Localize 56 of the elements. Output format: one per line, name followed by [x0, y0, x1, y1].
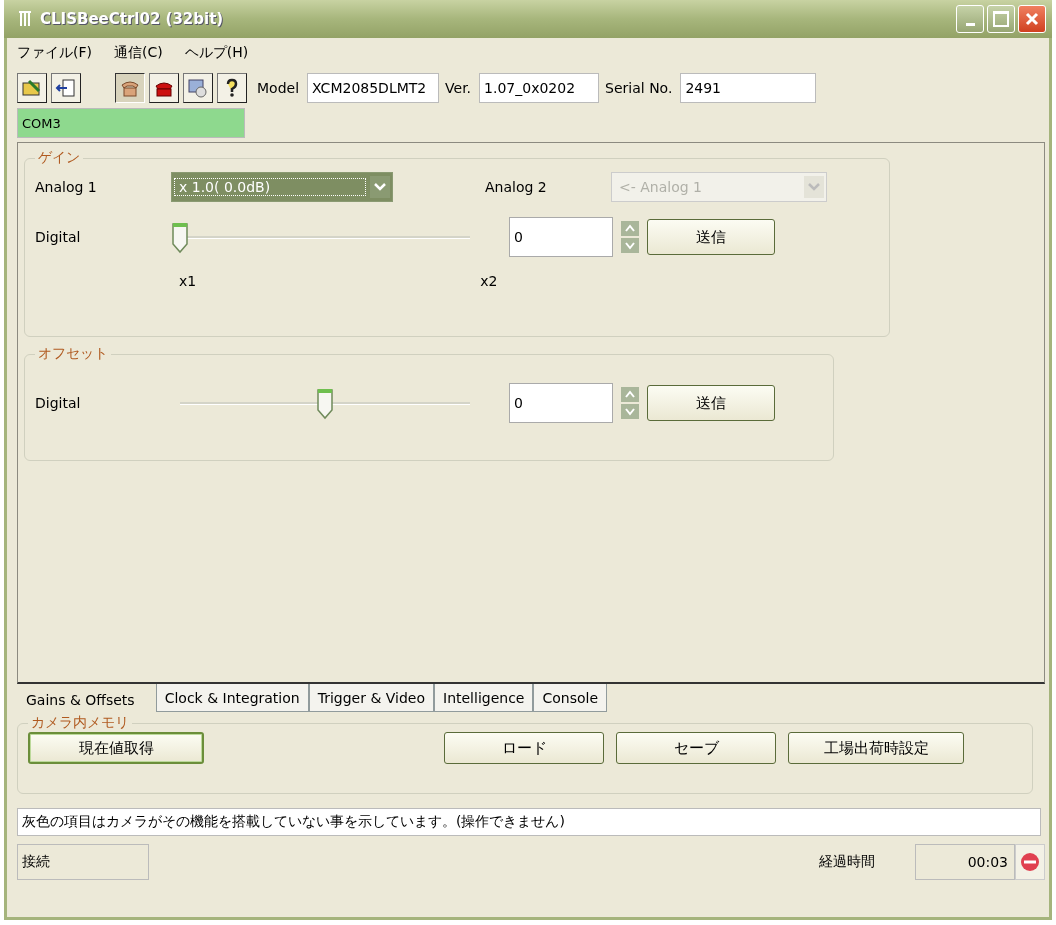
send-button[interactable]: 送信 — [647, 219, 775, 255]
info-field[interactable]: 2491 — [680, 73, 817, 103]
minimize-button[interactable] — [956, 5, 984, 33]
menu-item[interactable]: ヘルプ(H) — [184, 44, 249, 62]
elapsed-label: 経過時間 — [819, 853, 875, 871]
analog-label: Analog 2 — [485, 179, 548, 195]
toolbar-button[interactable] — [115, 73, 145, 103]
document-arrow-icon — [55, 77, 77, 99]
toolbar-button[interactable] — [51, 73, 81, 103]
stop-button[interactable] — [1015, 844, 1045, 880]
port-indicator: COM3 — [17, 108, 245, 138]
maximize-button[interactable] — [987, 5, 1015, 33]
elapsed-time: 00:03 — [915, 844, 1015, 880]
digital-label: Digital — [35, 395, 82, 411]
tab[interactable]: Clock & Integration — [155, 684, 309, 712]
minimize-icon — [965, 22, 975, 26]
scale-min-label: x1 — [179, 273, 197, 289]
toolbar-button[interactable] — [183, 73, 213, 103]
analog-dropdown[interactable]: x 1.0( 0.0dB) — [171, 172, 393, 202]
tab[interactable]: Intelligence — [434, 684, 534, 712]
window-settings-icon — [187, 77, 209, 99]
digital-label: Digital — [35, 229, 82, 245]
maximize-icon — [993, 11, 1009, 27]
menu-item[interactable]: ファイル(F) — [17, 44, 92, 62]
tab[interactable]: Trigger & Video — [308, 684, 434, 712]
analog-label: Analog 1 — [35, 179, 98, 195]
info-label: Serial No. — [605, 80, 673, 96]
group-title: オフセット — [37, 345, 109, 363]
number-field[interactable]: 0 — [509, 383, 613, 423]
window-title: CLISBeeCtrl02 (32bit) — [40, 10, 225, 28]
toolbar-button[interactable] — [217, 73, 247, 103]
message-text: 灰色の項目はカメラがその機能を搭載していない事を示しています。(操作できません) — [17, 808, 1041, 836]
info-field[interactable]: 1.07_0x0202 — [479, 73, 600, 103]
close-icon — [1024, 11, 1040, 27]
number-field[interactable]: 0 — [509, 217, 613, 257]
info-label: Ver. — [445, 80, 472, 96]
connection-status: 接続 — [17, 844, 149, 880]
close-button[interactable] — [1018, 5, 1046, 33]
menu-item[interactable]: 通信(C) — [114, 44, 163, 62]
group-title: ゲイン — [37, 149, 81, 167]
memory-button[interactable]: ロード — [444, 732, 604, 764]
stop-icon — [1020, 852, 1040, 872]
info-label: Model — [257, 80, 300, 96]
folder-icon — [21, 77, 43, 99]
app-icon — [16, 10, 34, 28]
memory-button[interactable]: 工場出荷時設定 — [788, 732, 964, 764]
memory-button[interactable]: 現在値取得 — [28, 732, 204, 764]
send-button[interactable]: 送信 — [647, 385, 775, 421]
slider-thumb[interactable] — [171, 221, 189, 254]
tab[interactable]: Console — [533, 684, 608, 712]
memory-button[interactable]: セーブ — [616, 732, 776, 764]
scale-max-label: x2 — [480, 273, 498, 289]
toolbar-button[interactable] — [17, 73, 47, 103]
toolbar-button[interactable] — [149, 73, 179, 103]
info-field[interactable]: XCM2085DLMT2 — [307, 73, 440, 103]
slider-thumb[interactable] — [316, 387, 334, 420]
